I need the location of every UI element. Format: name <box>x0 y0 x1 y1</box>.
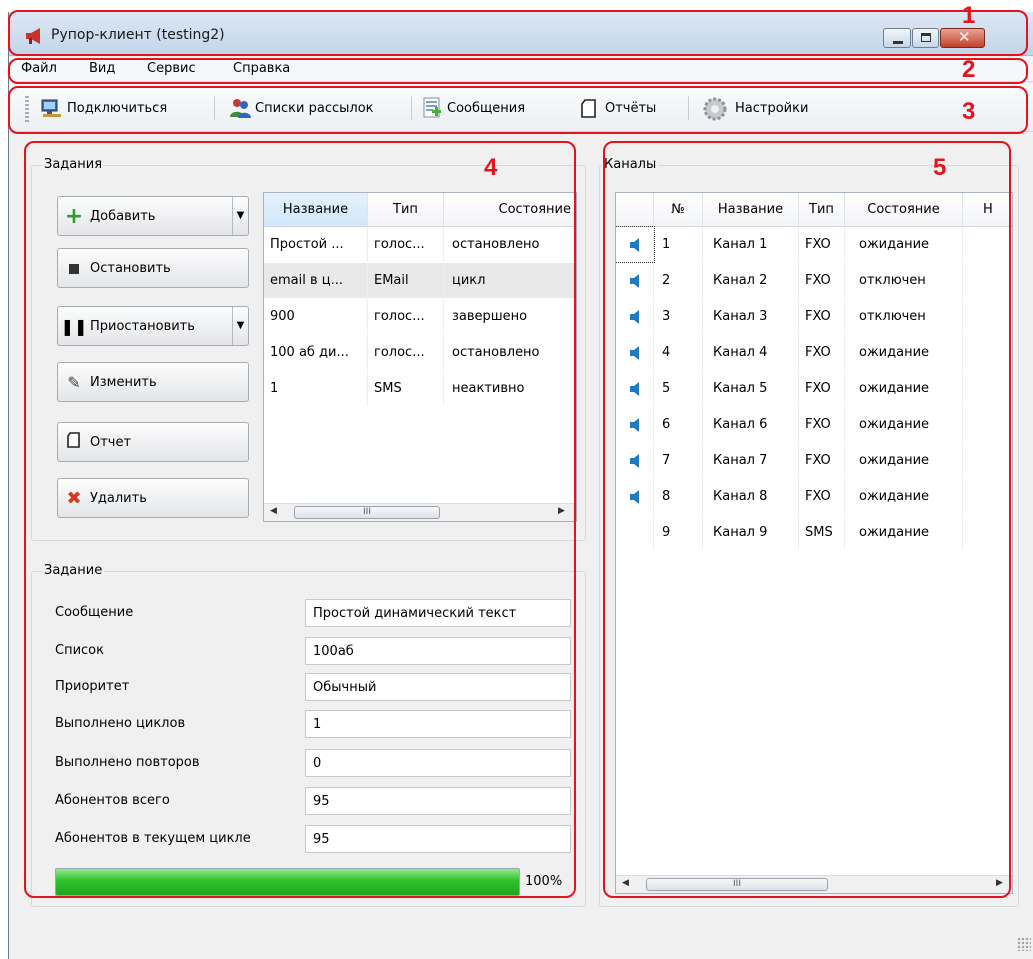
annotation-box-2 <box>8 58 1028 84</box>
annotation-box-4 <box>24 141 576 898</box>
annotation-box-5 <box>603 141 1011 898</box>
annotation-number-4: 4 <box>484 154 498 181</box>
annotation-number-5: 5 <box>933 154 947 181</box>
annotation-number-3: 3 <box>962 98 976 125</box>
annotation-number-2: 2 <box>962 56 976 83</box>
annotation-box-3 <box>8 86 1028 134</box>
annotation-number-1: 1 <box>962 2 976 29</box>
annotation-box-1 <box>8 10 1028 56</box>
resize-grip-icon[interactable] <box>1017 937 1031 951</box>
